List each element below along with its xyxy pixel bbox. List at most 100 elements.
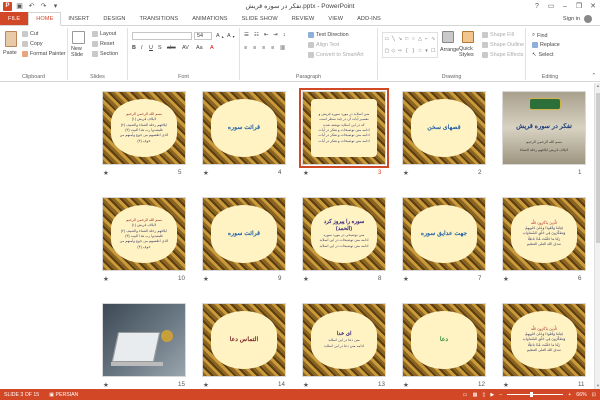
tab-insert[interactable]: INSERT (61, 12, 96, 25)
diamond-icon[interactable]: ◇ (391, 46, 397, 57)
layout-button[interactable]: Layout (92, 31, 116, 37)
text-box-icon[interactable]: ▭ (384, 34, 390, 45)
slide-thumbnail[interactable]: قصهای سخن (402, 91, 486, 165)
transition-star-icon[interactable]: ★ (403, 275, 409, 283)
rectangle-icon[interactable]: □ (404, 34, 410, 45)
collapse-ribbon-icon[interactable]: ⌃ (591, 73, 596, 79)
help-icon[interactable]: ? (530, 0, 544, 12)
transition-star-icon[interactable]: ★ (303, 381, 309, 389)
more-shapes-icon[interactable]: ▾ (424, 46, 430, 57)
tab-add-ins[interactable]: ADD-INS (350, 12, 388, 25)
transition-star-icon[interactable]: ★ (403, 381, 409, 389)
brace-icon[interactable]: { (404, 46, 410, 57)
slide-thumbnail[interactable] (102, 303, 186, 377)
tab-animations[interactable]: ANIMATIONS (185, 12, 234, 25)
redo-icon[interactable]: ↷ (39, 2, 48, 11)
strikethrough-icon[interactable]: abc (167, 45, 176, 51)
shadow-icon[interactable]: S (158, 45, 162, 51)
zoom-out-icon[interactable]: – (499, 392, 502, 398)
transition-star-icon[interactable]: ★ (203, 381, 209, 389)
char-spacing-icon[interactable]: AV (182, 45, 189, 51)
align-text-button[interactable]: Align Text (308, 42, 339, 48)
transition-star-icon[interactable]: ★ (103, 169, 109, 177)
copy-button[interactable]: Copy (22, 41, 43, 47)
tab-file[interactable]: FILE (0, 12, 29, 25)
slide-show-icon[interactable]: ▶ (490, 392, 494, 398)
font-name-input[interactable] (132, 32, 192, 40)
transition-star-icon[interactable]: ★ (503, 381, 509, 389)
slide-thumbnail[interactable]: ای خدا متن دعا در این اسلاید ادامه متن دعا… (302, 303, 386, 377)
tab-transitions[interactable]: TRANSITIONS (132, 12, 185, 25)
bold-icon[interactable]: B (132, 45, 136, 51)
scrollbar-thumb[interactable] (596, 93, 600, 243)
star-shape-icon[interactable]: ☆ (417, 46, 423, 57)
slide-thumbnail[interactable]: بسم الله الرحمن الرحیم لایلاف قریش (۱) ایل… (102, 197, 186, 271)
font-size-input[interactable]: 54 (194, 32, 212, 40)
reset-button[interactable]: Reset (92, 41, 114, 47)
increase-indent-icon[interactable]: ⇥ (273, 32, 278, 38)
section-button[interactable]: Section (92, 51, 118, 57)
font-color-icon[interactable]: A (210, 45, 214, 51)
tab-view[interactable]: VIEW (321, 12, 350, 25)
reading-view-icon[interactable]: ▯ (482, 392, 485, 398)
slide-thumbnail[interactable]: التماس دعا (202, 303, 286, 377)
transition-star-icon[interactable]: ★ (303, 169, 309, 177)
oval-icon[interactable]: ○ (411, 34, 417, 45)
transition-star-icon[interactable]: ★ (403, 169, 409, 177)
zoom-in-icon[interactable]: + (568, 392, 571, 398)
columns-icon[interactable]: ▥ (280, 45, 285, 51)
shape-effects-button[interactable]: Shape Effects (482, 52, 523, 58)
save-icon[interactable]: ▣ (15, 2, 24, 11)
ribbon-display-icon[interactable]: ▭ (544, 0, 558, 12)
transition-star-icon[interactable]: ★ (203, 169, 209, 177)
scroll-up-icon[interactable]: ▲ (595, 83, 600, 89)
align-center-icon[interactable]: ≡ (253, 45, 256, 51)
curve-icon[interactable]: ∿ (430, 34, 436, 45)
account-area[interactable]: Sign in (563, 15, 592, 23)
quick-styles-icon[interactable] (462, 31, 474, 43)
arrow-icon[interactable]: ↘ (397, 34, 403, 45)
vertical-scrollbar[interactable]: ▲ ▼ (594, 83, 600, 389)
normal-view-icon[interactable]: ▭ (463, 392, 468, 398)
select-button[interactable]: ↖ Select (532, 52, 554, 58)
text-direction-button[interactable]: Text Direction (308, 32, 349, 38)
quick-styles-button[interactable]: Quick Styles (459, 46, 481, 59)
customize-qat-icon[interactable]: ▾ (51, 2, 60, 11)
triangle-icon[interactable]: △ (417, 34, 423, 45)
slide-thumbnail[interactable]: تفکر در سوره قریش بسم الله الرحمن الرحیم ل… (502, 91, 586, 165)
transition-star-icon[interactable]: ★ (203, 275, 209, 283)
slide-thumbnail[interactable]: الَّذِينَ يَذْكُرُونَ اللَّهَ قِيَامًا وَ… (502, 197, 586, 271)
find-button[interactable]: ⌕ Find (532, 32, 548, 39)
transition-star-icon[interactable]: ★ (103, 275, 109, 283)
bracket-icon[interactable]: } (411, 46, 417, 57)
shrink-font-icon[interactable]: A ▾ (227, 33, 235, 39)
underline-icon[interactable]: U (149, 45, 153, 51)
fit-window-icon[interactable]: ⊡ (592, 392, 596, 398)
zoom-level[interactable]: 66% (576, 392, 586, 398)
slide-thumbnail[interactable]: الَّذِينَ يَذْكُرُونَ اللَّهَ قِيَامًا وَ… (502, 303, 586, 377)
convert-smartart-button[interactable]: Convert to SmartArt (308, 52, 364, 58)
undo-icon[interactable]: ↶ (27, 2, 36, 11)
sign-in-link[interactable]: Sign in (563, 16, 580, 22)
cut-button[interactable]: Cut (22, 31, 38, 37)
slide-thumbnail[interactable]: سوره را پیروز کرد (الحمد) متن توضیحی در م… (302, 197, 386, 271)
numbering-icon[interactable]: ☷ (254, 32, 259, 38)
transition-star-icon[interactable]: ★ (503, 275, 509, 283)
arrange-button[interactable]: Arrange (440, 47, 459, 53)
paste-icon[interactable] (5, 31, 17, 47)
new-slide-icon[interactable] (72, 31, 85, 44)
shape-fill-button[interactable]: Shape Fill (482, 32, 514, 38)
grow-font-icon[interactable]: A ▴ (216, 33, 224, 39)
replace-button[interactable]: Replace (532, 42, 560, 48)
format-painter-button[interactable]: Format Painter (22, 51, 66, 57)
shapes-gallery[interactable]: ▭ ╲ ↘ □ ○ △ ⌐ ∿ ▢ ◇ ⇨{} ☆ ▾ ☐ (382, 32, 438, 58)
decrease-indent-icon[interactable]: ⇤ (264, 32, 269, 38)
slide-thumbnail[interactable]: بسم الله الرحمن الرحیم لایلاف قریش (۱) ایل… (102, 91, 186, 165)
shape-outline-button[interactable]: Shape Outline (482, 42, 524, 48)
new-slide-button[interactable]: New Slide (71, 46, 91, 59)
rounded-rect-icon[interactable]: ▢ (384, 46, 390, 57)
minimize-button[interactable]: – (558, 0, 572, 12)
arrange-icon[interactable] (442, 31, 454, 43)
close-button[interactable]: ✕ (586, 0, 600, 12)
connector-icon[interactable]: ⌐ (424, 34, 430, 45)
